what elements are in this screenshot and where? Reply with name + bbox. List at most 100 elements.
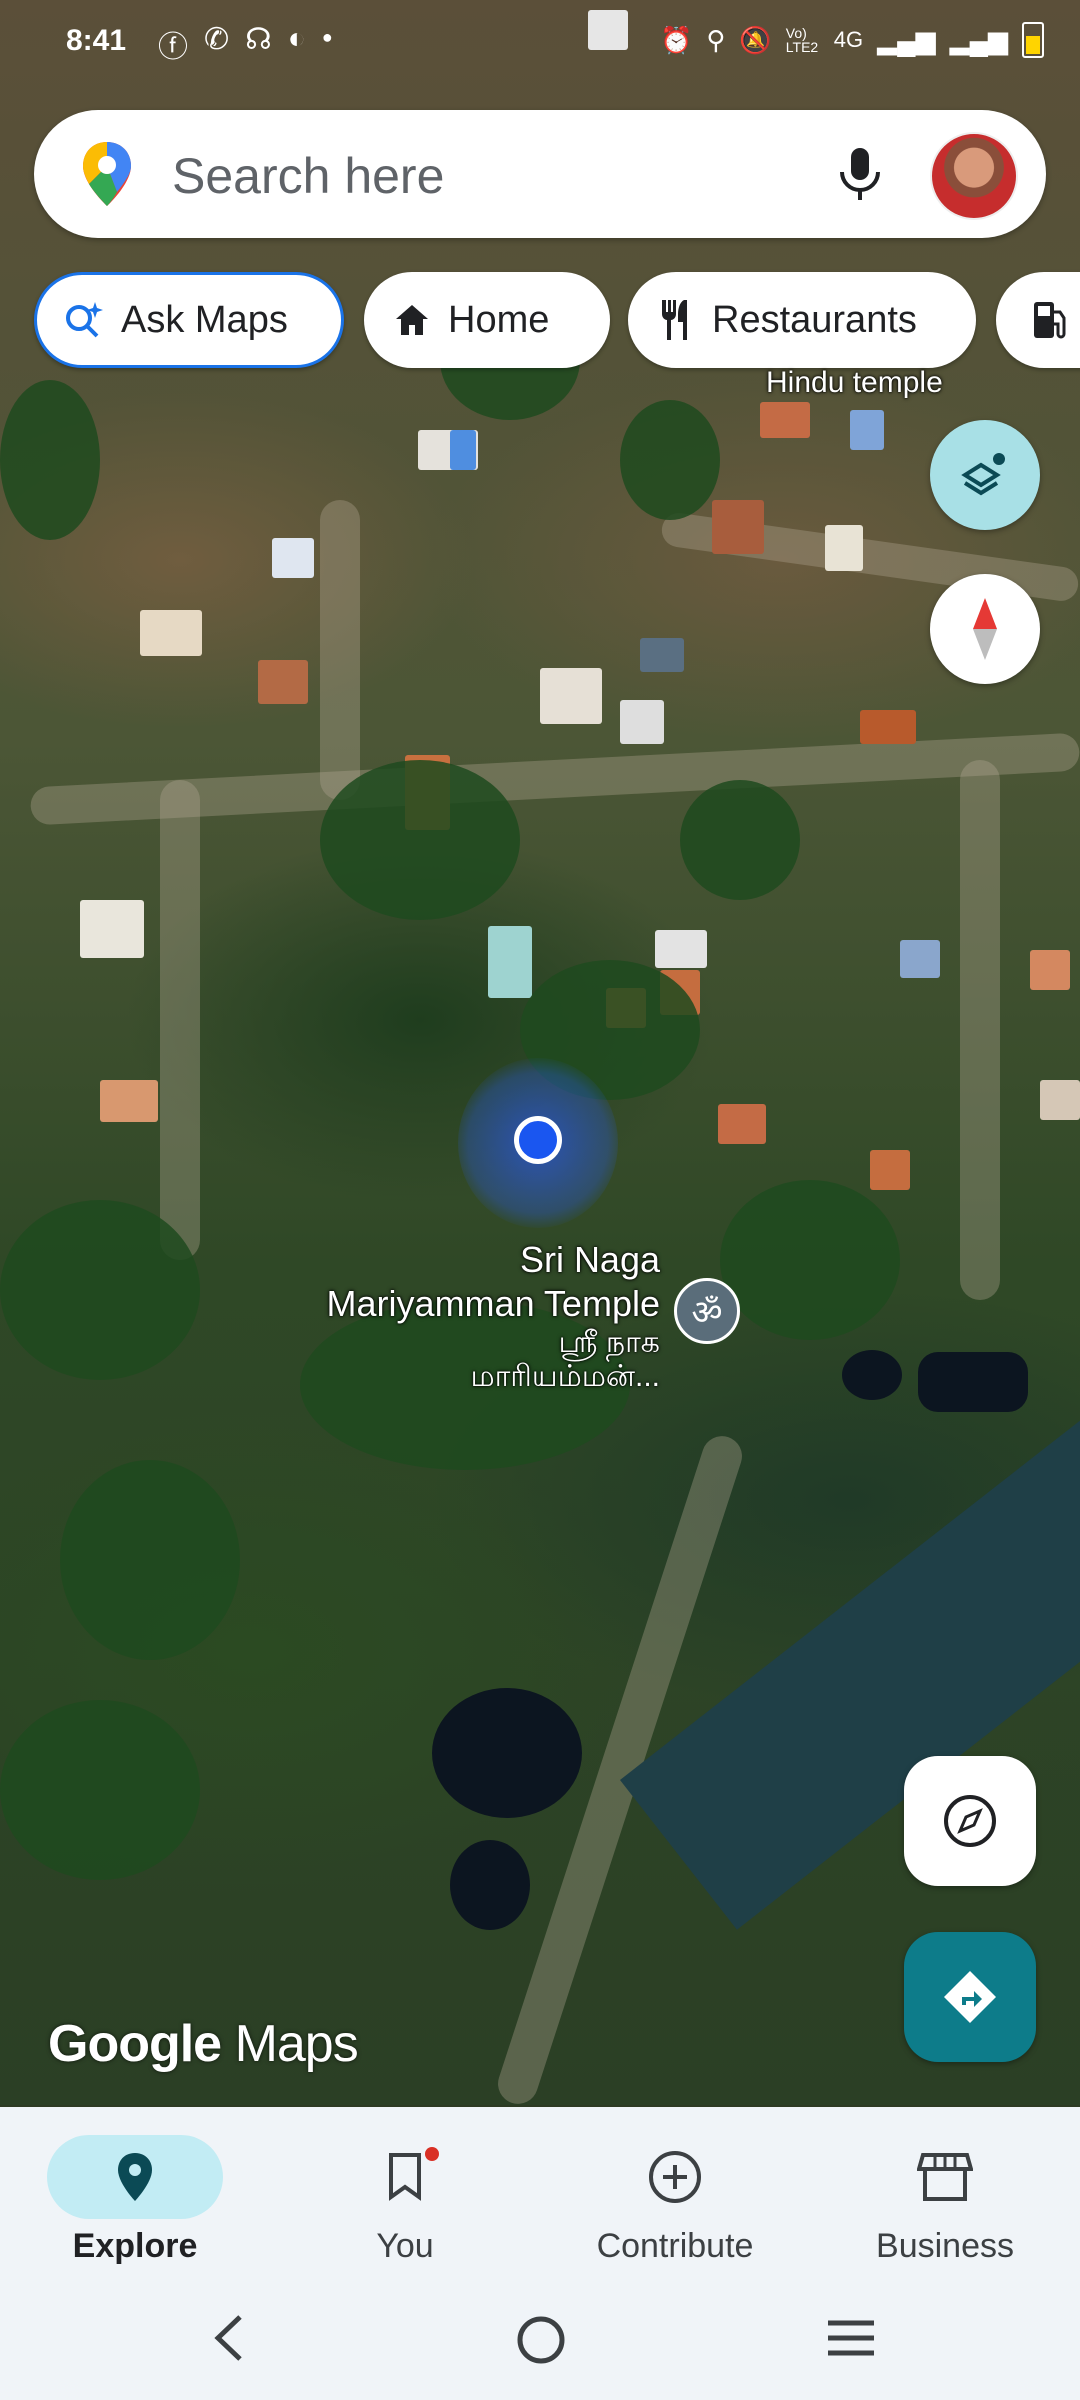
building — [860, 710, 916, 744]
restaurants-chip[interactable]: Restaurants — [628, 272, 976, 368]
poi-label[interactable]: Hindu temple — [766, 366, 943, 400]
more-notifications-icon: ● — [321, 27, 333, 47]
layers-icon — [961, 453, 1005, 496]
nav-you-label: You — [376, 2227, 434, 2265]
compass-icon — [973, 598, 997, 660]
restaurants-label: Restaurants — [712, 298, 917, 341]
microphone-icon[interactable] — [832, 144, 888, 204]
ask-maps-label: Ask Maps — [121, 298, 288, 341]
building — [272, 538, 314, 578]
nav-you-indicator — [317, 2135, 493, 2219]
navigation-button[interactable] — [904, 1756, 1036, 1886]
road — [960, 760, 1000, 1300]
tree — [0, 1700, 200, 1880]
nav-explore-indicator — [47, 2135, 223, 2219]
building — [640, 638, 684, 672]
building — [870, 1150, 910, 1190]
system-navigation-bar — [0, 2283, 1080, 2400]
nav-explore-label: Explore — [72, 2227, 198, 2265]
hindu-temple-marker-icon[interactable]: ॐ — [674, 1278, 740, 1344]
building — [718, 1104, 766, 1144]
building — [488, 926, 532, 998]
restaurant-icon — [662, 300, 687, 340]
location-pin-icon — [118, 2153, 152, 2201]
temple-name-line1: Sri Naga — [519, 1239, 660, 1280]
pond — [450, 1840, 530, 1930]
alarm-icon: ⏰ — [660, 24, 693, 55]
tree — [0, 1200, 200, 1380]
road — [320, 500, 360, 800]
signal-icon: ▂▄▆ — [877, 24, 936, 55]
bottom-navigation: Explore You Contribute Business — [0, 2107, 1080, 2283]
notification-icons: ⓕ ✆ ☊ ◐ ● — [158, 22, 333, 66]
avatar[interactable] — [930, 132, 1018, 220]
home-icon — [396, 305, 428, 335]
storefront-icon — [917, 2153, 973, 2201]
temple-label[interactable]: Sri Naga Mariyamman Temple ஸ்ரீ நாக மாரி… — [300, 1238, 660, 1394]
menu-icon — [828, 2320, 874, 2356]
bookmark-icon — [389, 2153, 421, 2201]
missed-call-icon: ☊ — [245, 23, 272, 56]
recents-button[interactable] — [824, 2313, 878, 2368]
system-icons: ⏰ ⚲ 🔕 Vo) LTE2 4G ▂▄▆ ▂▄▆ — [660, 22, 1044, 58]
building — [258, 660, 308, 704]
volte-icon: Vo) LTE2 — [785, 25, 819, 55]
temple-name-line2: Mariyamman Temple — [326, 1283, 660, 1324]
building — [540, 668, 602, 724]
nav-you[interactable]: You — [270, 2121, 540, 2271]
home-chip[interactable]: Home — [364, 272, 610, 368]
building — [712, 500, 764, 554]
building — [100, 1080, 158, 1122]
app-c-icon: ◐ — [287, 22, 306, 55]
building — [1040, 1080, 1080, 1120]
my-location-dot[interactable] — [514, 1116, 562, 1164]
tree — [620, 400, 720, 520]
back-icon — [214, 2315, 242, 2361]
search-input[interactable] — [170, 146, 794, 206]
watermark-maps: Maps — [234, 2015, 359, 2073]
pond — [432, 1688, 582, 1818]
tree — [720, 1180, 900, 1340]
pond — [842, 1350, 902, 1400]
nav-business[interactable]: Business — [810, 2121, 1080, 2271]
nav-explore[interactable]: Explore — [0, 2121, 270, 2271]
tree — [680, 780, 800, 900]
compass-button[interactable] — [930, 574, 1040, 684]
building — [140, 610, 202, 656]
building — [760, 402, 810, 438]
temple-tamil-line2: மாரியம்மன்... — [470, 1360, 660, 1393]
layers-button[interactable] — [930, 420, 1040, 530]
home-label: Home — [448, 298, 550, 341]
pond — [918, 1352, 1028, 1412]
network-type: 4G — [833, 27, 864, 52]
building — [450, 430, 476, 470]
directions-button[interactable] — [904, 1932, 1036, 2062]
tree — [60, 1460, 240, 1660]
building — [620, 700, 664, 744]
nav-contribute-label: Contribute — [596, 2227, 754, 2265]
add-circle-icon — [649, 2151, 701, 2203]
watermark-google: Google — [48, 2015, 222, 2073]
signal-icon: ▂▄▆ — [949, 24, 1008, 55]
battery-icon — [1022, 22, 1044, 58]
nav-contribute[interactable]: Contribute — [540, 2121, 810, 2271]
home-circle-icon — [517, 2316, 565, 2364]
home-nav-button[interactable] — [514, 2313, 568, 2372]
back-button[interactable] — [206, 2313, 256, 2368]
search-bar[interactable] — [34, 110, 1046, 238]
tree — [320, 760, 520, 920]
directions-icon — [944, 1971, 996, 2023]
google-maps-watermark: Google Maps — [48, 2014, 359, 2074]
building — [80, 900, 144, 958]
facebook-icon: ⓕ — [158, 31, 188, 64]
nav-business-label: Business — [876, 2227, 1014, 2265]
building — [850, 410, 884, 450]
gas-station-chip[interactable] — [996, 272, 1080, 368]
building — [655, 930, 707, 968]
location-icon: ⚲ — [706, 24, 726, 55]
temple-tamil-line1: ஸ்ரீ நாக — [558, 1326, 660, 1359]
ask-maps-chip[interactable]: Ask Maps — [34, 272, 344, 368]
building — [900, 940, 940, 978]
status-bar: 8:41 ⓕ ✆ ☊ ◐ ● ⏰ ⚲ 🔕 Vo) LTE2 4G ▂▄▆ ▂▄▆ — [0, 0, 1080, 86]
navigation-icon — [944, 1795, 996, 1847]
